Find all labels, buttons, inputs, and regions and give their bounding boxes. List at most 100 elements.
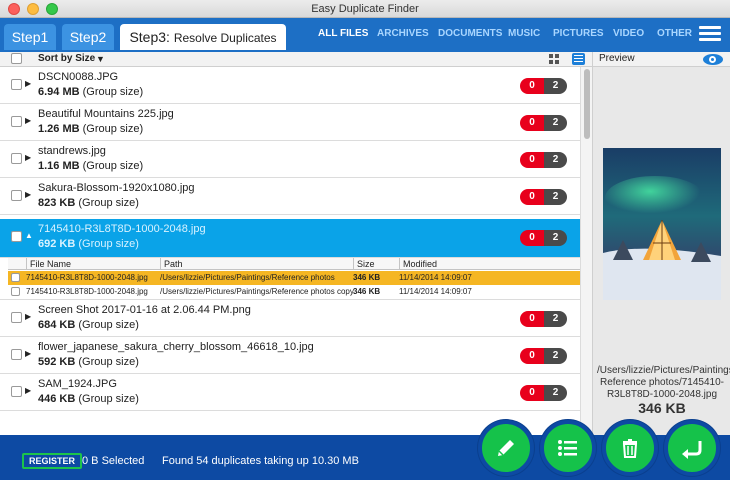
duplicate-files-table: File Name Path Size Modified 7145410-R3L…: [0, 258, 580, 300]
preview-header: Preview: [593, 52, 730, 67]
app-header: Step1 Step2 Step3: Resolve Duplicates AL…: [0, 18, 730, 52]
group-file-name: Beautiful Mountains 225.jpg: [38, 108, 174, 120]
duplicate-count-pill: 02: [520, 78, 567, 94]
trash-icon: [622, 439, 638, 458]
window-title: Easy Duplicate Finder: [311, 3, 419, 15]
group-file-name: flower_japanese_sakura_cherry_blossom_46…: [38, 341, 314, 353]
expand-triangle-icon[interactable]: ▶: [25, 349, 31, 358]
table-row[interactable]: 7145410-R3L8T8D-1000-2048.jpg /Users/liz…: [8, 271, 580, 285]
group-row[interactable]: ▶ Screen Shot 2017-01-16 at 2.06.44 PM.p…: [0, 300, 580, 337]
duplicate-groups-list: ▶ DSCN0088.JPG 6.94 MB (Group size) 02 ▶…: [0, 67, 580, 435]
step3-label: Step3:: [129, 29, 170, 45]
group-checkbox[interactable]: [11, 116, 22, 127]
group-checkbox[interactable]: [11, 386, 22, 397]
group-size: 592 KB (Group size): [38, 356, 139, 368]
step3-sublabel: Resolve Duplicates: [173, 31, 277, 45]
preview-file-path: /Users/lizzie/Pictures/Paintings/ Refere…: [597, 365, 730, 400]
duplicate-count-pill: 02: [520, 385, 567, 401]
group-row[interactable]: ▶ SAM_1924.JPG 446 KB (Group size) 02: [0, 374, 580, 411]
category-video[interactable]: VIDEO: [613, 28, 644, 39]
expand-triangle-icon[interactable]: ▶: [25, 153, 31, 162]
group-checkbox[interactable]: [11, 312, 22, 323]
duplicate-count-pill: 02: [520, 189, 567, 205]
group-row[interactable]: ▶ Beautiful Mountains 225.jpg 1.26 MB (G…: [0, 104, 580, 141]
group-file-name: standrews.jpg: [38, 145, 106, 157]
group-size: 692 KB (Group size): [38, 238, 139, 250]
list-toolbar: Sort by Size ▼: [0, 52, 592, 67]
preview-title: Preview: [599, 53, 635, 64]
category-documents[interactable]: DOCUMENTS: [438, 28, 502, 39]
group-row[interactable]: ▶ Sakura-Blossom-1920x1080.jpg 823 KB (G…: [0, 178, 580, 215]
category-other[interactable]: OTHER: [657, 28, 692, 39]
group-checkbox[interactable]: [11, 190, 22, 201]
undo-button[interactable]: [664, 420, 720, 476]
hamburger-menu-icon[interactable]: [699, 26, 721, 44]
group-checkbox[interactable]: [11, 349, 22, 360]
cell-path: /Users/lizzie/Pictures/Paintings/Referen…: [160, 273, 335, 282]
group-checkbox[interactable]: [11, 79, 22, 90]
table-header: File Name Path Size Modified: [8, 258, 580, 270]
expand-triangle-icon[interactable]: ▶: [25, 386, 31, 395]
column-file-name[interactable]: File Name: [26, 258, 160, 270]
group-row-selected[interactable]: ▲ 7145410-R3L8T8D-1000-2048.jpg 692 KB (…: [0, 219, 580, 258]
manage-list-button[interactable]: [540, 420, 596, 476]
column-modified[interactable]: Modified: [399, 258, 580, 270]
list-scrollbar[interactable]: [580, 67, 592, 435]
register-button[interactable]: REGISTER: [22, 453, 83, 469]
group-file-name: Screen Shot 2017-01-16 at 2.06.44 PM.png: [38, 304, 251, 316]
selected-size-text: 0 B Selected: [82, 455, 145, 467]
table-row[interactable]: 7145410-R3L8T8D-1000-2048.jpg /Users/liz…: [8, 285, 580, 299]
group-file-name: DSCN0088.JPG: [38, 71, 119, 83]
group-size: 684 KB (Group size): [38, 319, 139, 331]
group-checkbox[interactable]: [11, 231, 22, 242]
file-checkbox[interactable]: [11, 287, 20, 296]
duplicate-count-pill: 02: [520, 115, 567, 131]
category-music[interactable]: MUSIC: [508, 28, 540, 39]
tab-step3[interactable]: Step3: Resolve Duplicates: [120, 24, 286, 50]
group-row[interactable]: ▶ flower_japanese_sakura_cherry_blossom_…: [0, 337, 580, 374]
collapse-triangle-icon[interactable]: ▲: [25, 231, 33, 240]
expand-triangle-icon[interactable]: ▶: [25, 79, 31, 88]
column-path[interactable]: Path: [160, 258, 353, 270]
chevron-down-icon[interactable]: ▼: [96, 54, 105, 64]
pencil-icon: [498, 440, 514, 456]
list-view-icon[interactable]: [572, 53, 585, 65]
group-row[interactable]: ▶ standrews.jpg 1.16 MB (Group size) 02: [0, 141, 580, 178]
group-file-name: 7145410-R3L8T8D-1000-2048.jpg: [38, 223, 206, 235]
group-file-name: Sakura-Blossom-1920x1080.jpg: [38, 182, 195, 194]
expand-triangle-icon[interactable]: ▶: [25, 116, 31, 125]
rename-button[interactable]: [478, 420, 534, 476]
tab-step2[interactable]: Step2: [62, 24, 114, 50]
cell-file-name: 7145410-R3L8T8D-1000-2048.jpg: [26, 273, 148, 282]
column-size[interactable]: Size: [353, 258, 399, 270]
scrollbar-thumb[interactable]: [584, 69, 590, 139]
cell-size: 346 KB: [353, 287, 381, 296]
group-size: 1.26 MB (Group size): [38, 123, 144, 135]
cell-modified: 11/14/2014 14:09:07: [399, 273, 472, 282]
preview-image: [603, 148, 721, 300]
group-size: 823 KB (Group size): [38, 197, 139, 209]
eye-icon[interactable]: [703, 54, 723, 65]
list-icon: [558, 440, 577, 456]
select-all-checkbox[interactable]: [11, 53, 22, 64]
sort-dropdown[interactable]: Sort by Size: [38, 53, 95, 64]
group-row[interactable]: ▶ DSCN0088.JPG 6.94 MB (Group size) 02: [0, 67, 580, 104]
expand-triangle-icon[interactable]: ▶: [25, 190, 31, 199]
title-bar: Easy Duplicate Finder: [0, 0, 730, 18]
delete-button[interactable]: [602, 420, 658, 476]
grid-view-icon[interactable]: [549, 54, 559, 64]
duplicate-count-pill: 02: [520, 230, 567, 246]
category-archives[interactable]: ARCHIVES: [377, 28, 429, 39]
cell-file-name: 7145410-R3L8T8D-1000-2048.jpg: [26, 287, 148, 296]
cell-size: 346 KB: [353, 273, 381, 282]
group-size: 1.16 MB (Group size): [38, 160, 144, 172]
expand-triangle-icon[interactable]: ▶: [25, 312, 31, 321]
group-size: 446 KB (Group size): [38, 393, 139, 405]
duplicate-count-pill: 02: [520, 311, 567, 327]
category-all-files[interactable]: ALL FILES: [318, 28, 368, 39]
tab-step1[interactable]: Step1: [4, 24, 56, 50]
duplicate-count-pill: 02: [520, 152, 567, 168]
category-pictures[interactable]: PICTURES: [553, 28, 604, 39]
group-checkbox[interactable]: [11, 153, 22, 164]
file-checkbox[interactable]: [11, 273, 20, 282]
